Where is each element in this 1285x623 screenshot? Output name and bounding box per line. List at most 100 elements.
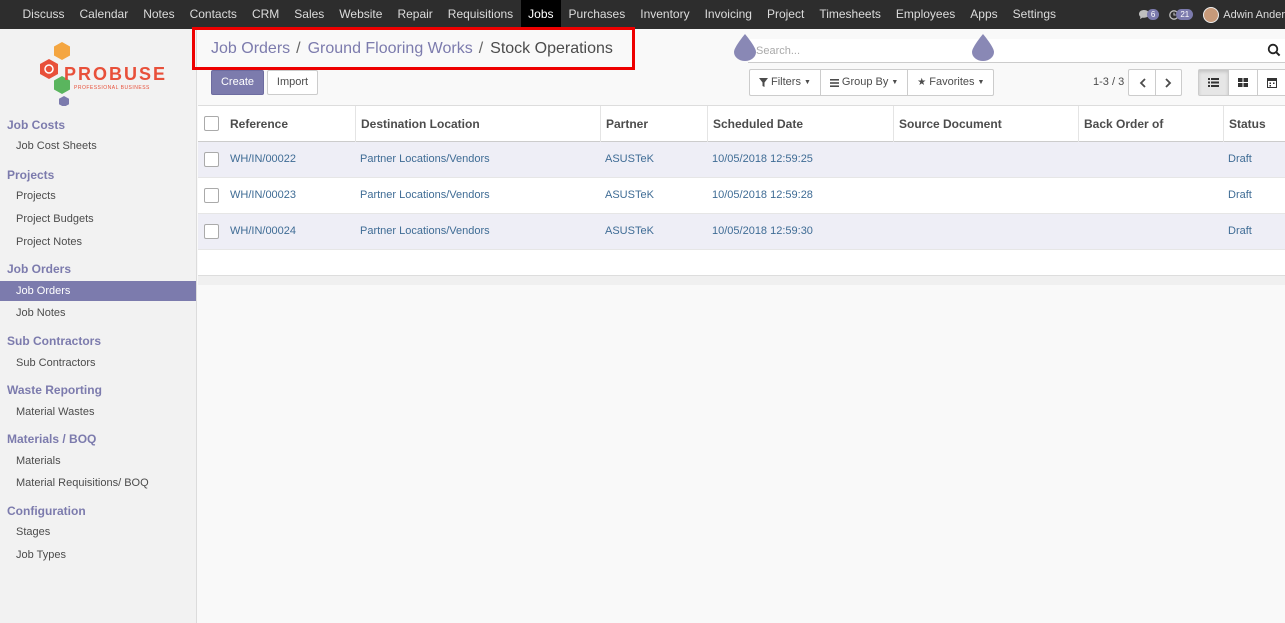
app-menu: Discuss Calendar Notes Contacts CRM Sales Webs… [0,0,1064,29]
cell-back-order-of[interactable] [1078,178,1083,213]
menu-item-contacts[interactable]: Contacts [182,0,244,29]
menu-item-notes[interactable]: Notes [136,0,182,29]
group-by-label: Group By [841,76,889,88]
cell-partner[interactable]: ASUSTeK [600,178,654,213]
kanban-view-button[interactable] [1228,70,1257,95]
column-header-status[interactable]: Status [1223,106,1285,142]
sidebar-item-project-budgets[interactable]: Project Budgets [0,209,196,229]
cell-back-order-of[interactable] [1078,142,1083,177]
column-header-back-order-of[interactable]: Back Order of [1078,106,1223,142]
sidebar-item-stages[interactable]: Stages [0,522,196,542]
cell-back-order-of[interactable] [1078,214,1083,249]
menu-item-project[interactable]: Project [759,0,811,29]
favorites-button[interactable]: ★ Favorites ▼ [908,70,993,95]
bars-icon [829,78,839,87]
menu-item-jobs[interactable]: Jobs [520,0,562,29]
pager-previous-button[interactable] [1129,70,1155,95]
pager-next-button[interactable] [1155,70,1181,95]
sidebar-item-material-requisitions-boq[interactable]: Material Requisitions/ BOQ [0,473,196,493]
sidebar-item-job-orders[interactable]: Job Orders [0,281,196,301]
cell-destination-location[interactable]: Partner Locations/Vendors [355,214,490,249]
cell-reference[interactable]: WH/IN/00022 [225,142,296,177]
table-row[interactable]: WH/IN/00023 Partner Locations/Vendors ASUS… [198,178,1285,214]
menu-item-requisitions[interactable]: Requisitions [440,0,520,29]
cell-scheduled-date[interactable]: 10/05/2018 12:59:28 [707,178,813,213]
column-header-reference[interactable]: Reference [225,106,355,142]
chevron-right-icon [1165,77,1172,88]
sidebar-item-sub-contractors[interactable]: Sub Contractors [0,353,196,373]
menu-item-repair[interactable]: Repair [390,0,440,29]
sidebar-section-configuration[interactable]: Configuration [7,504,86,518]
view-switcher [1198,69,1285,96]
menu-item-apps[interactable]: Apps [963,0,1005,29]
sidebar-section-job-costs[interactable]: Job Costs [7,118,65,132]
cell-partner[interactable]: ASUSTeK [600,142,654,177]
menu-item-calendar[interactable]: Calendar [72,0,136,29]
menu-item-timesheets[interactable]: Timesheets [812,0,889,29]
annotation-highlight-box [192,27,635,70]
menu-item-settings[interactable]: Settings [1005,0,1063,29]
filters-button[interactable]: Filters ▼ [750,70,821,95]
menu-item-purchases[interactable]: Purchases [561,0,633,29]
menu-item-inventory[interactable]: Inventory [633,0,697,29]
create-button[interactable]: Create [211,70,264,95]
sidebar-item-project-notes[interactable]: Project Notes [0,232,196,252]
search-input[interactable] [748,39,1248,62]
user-menu[interactable]: Adwin Ander [1203,6,1285,23]
cell-partner[interactable]: ASUSTeK [600,214,654,249]
column-header-partner[interactable]: Partner [600,106,707,142]
list-icon [1208,78,1219,87]
cell-source-document[interactable] [893,214,898,249]
menu-item-discuss[interactable]: Discuss [15,0,72,29]
sidebar-section-job-orders[interactable]: Job Orders [7,262,71,276]
group-by-button[interactable]: Group By ▼ [821,70,909,95]
column-header-source-document[interactable]: Source Document [893,106,1078,142]
sidebar-item-material-wastes[interactable]: Material Wastes [0,402,196,422]
sidebar-item-job-types[interactable]: Job Types [0,545,196,565]
menu-item-invoicing[interactable]: Invoicing [697,0,759,29]
sidebar-section-sub-contractors[interactable]: Sub Contractors [7,334,101,348]
cell-destination-location[interactable]: Partner Locations/Vendors [355,178,490,213]
cell-status[interactable]: Draft [1223,142,1252,177]
cell-source-document[interactable] [893,178,898,213]
sidebar-item-job-notes[interactable]: Job Notes [0,303,196,323]
search-icon[interactable] [1267,43,1281,57]
sidebar-item-job-cost-sheets[interactable]: Job Cost Sheets [0,136,196,156]
calendar-view-button[interactable] [1257,70,1285,95]
menu-item-website[interactable]: Website [332,0,390,29]
column-header-scheduled-date[interactable]: Scheduled Date [707,106,893,142]
cell-status[interactable]: Draft [1223,178,1252,213]
cell-destination-location[interactable]: Partner Locations/Vendors [355,142,490,177]
sidebar-section-projects[interactable]: Projects [7,168,54,182]
cell-source-document[interactable] [893,142,898,177]
menu-item-sales[interactable]: Sales [287,0,332,29]
menu-item-crm[interactable]: CRM [244,0,286,29]
star-icon: ★ [917,77,927,88]
activity-notification[interactable]: 21 [1169,9,1194,20]
row-checkbox[interactable] [204,188,219,203]
sidebar-section-waste-reporting[interactable]: Waste Reporting [7,383,102,397]
cell-reference[interactable]: WH/IN/00023 [225,178,296,213]
row-checkbox[interactable] [204,224,219,239]
table-row[interactable]: WH/IN/00024 Partner Locations/Vendors ASUS… [198,214,1285,250]
caret-down-icon: ▼ [803,79,811,86]
sidebar-section-materials-boq[interactable]: Materials / BOQ [7,432,96,446]
column-header-destination-location[interactable]: Destination Location [355,106,600,142]
menu-item-employees[interactable]: Employees [888,0,962,29]
caret-down-icon: ▼ [891,79,899,86]
import-button[interactable]: Import [267,70,318,95]
select-all-checkbox[interactable] [204,116,219,131]
list-view-button[interactable] [1199,70,1228,95]
cell-status[interactable]: Draft [1223,214,1252,249]
sidebar-item-materials[interactable]: Materials [0,451,196,471]
cell-scheduled-date[interactable]: 10/05/2018 12:59:30 [707,214,813,249]
cell-reference[interactable]: WH/IN/00024 [225,214,296,249]
table-row[interactable]: WH/IN/00022 Partner Locations/Vendors ASUS… [198,142,1285,178]
sidebar-item-projects[interactable]: Projects [0,186,196,206]
filter-icon [759,78,768,87]
chat-notification[interactable]: 6 [1138,9,1160,20]
cell-scheduled-date[interactable]: 10/05/2018 12:59:25 [707,142,813,177]
pager-value[interactable]: 1-3 / 3 [1093,76,1124,88]
logo-text: PROBUSE [64,64,168,84]
row-checkbox[interactable] [204,152,219,167]
